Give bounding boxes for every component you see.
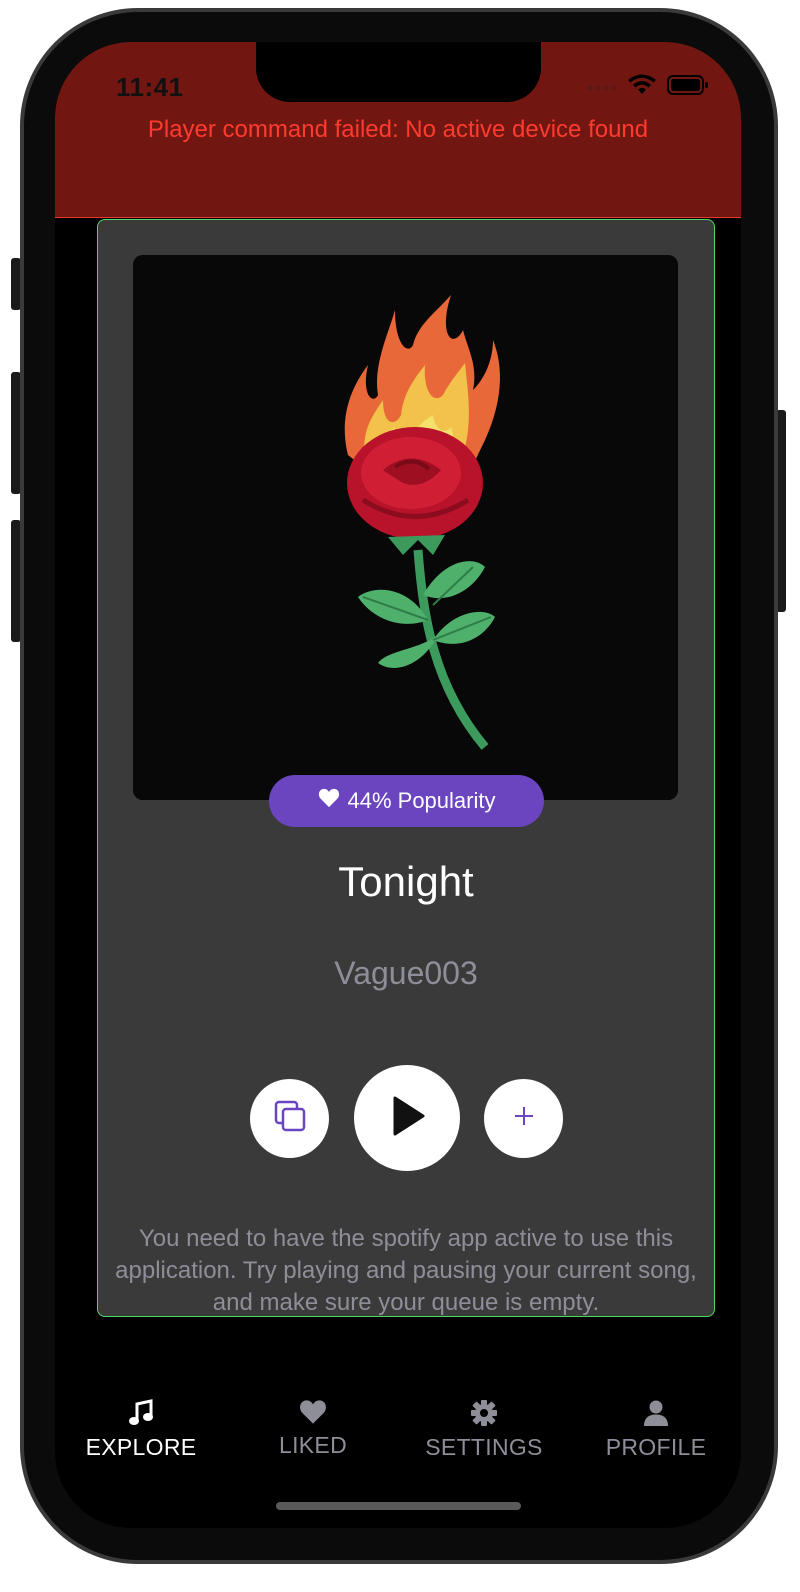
play-icon <box>387 1095 427 1142</box>
wifi-icon <box>627 74 657 101</box>
info-text: You need to have the spotify app active … <box>115 1225 697 1316</box>
tab-label: SETTINGS <box>425 1434 543 1460</box>
status-icons <box>587 74 709 101</box>
person-icon <box>642 1399 670 1432</box>
tab-liked[interactable]: LIKED <box>238 1399 388 1459</box>
queue-button[interactable] <box>250 1079 329 1158</box>
heart-icon <box>299 1399 327 1430</box>
add-button[interactable] <box>484 1079 563 1158</box>
song-title: Tonight <box>338 858 474 905</box>
error-banner: 11:41 Player command failed: No active d… <box>55 42 741 218</box>
signal-dots-icon <box>587 79 617 97</box>
battery-icon <box>667 74 709 101</box>
tab-profile[interactable]: PROFILE <box>581 1399 731 1461</box>
app-screen: 11:41 Player command failed: No active d… <box>55 42 741 1528</box>
album-cover <box>133 255 678 800</box>
tab-label: EXPLORE <box>85 1434 197 1460</box>
copy-icon <box>273 1099 307 1138</box>
notch <box>256 42 541 102</box>
error-message: Player command failed: No active device … <box>147 116 649 143</box>
tab-settings[interactable]: SETTINGS <box>409 1399 559 1461</box>
popularity-label: 44% Popularity <box>347 788 496 813</box>
play-button[interactable] <box>354 1065 460 1171</box>
plus-icon <box>512 1104 536 1133</box>
tab-bar: EXPLORE LIKED SETTINGS PROFILE <box>55 1387 741 1467</box>
tab-label: PROFILE <box>605 1434 707 1460</box>
track-card: 44% Popularity Tonight Vague003 You need… <box>97 219 715 1317</box>
music-note-icon <box>128 1399 154 1432</box>
gear-icon <box>470 1399 498 1432</box>
status-time: 11:41 <box>116 72 184 102</box>
tab-explore[interactable]: EXPLORE <box>66 1399 216 1461</box>
artist-name: Vague003 <box>334 955 478 991</box>
home-indicator[interactable] <box>276 1502 521 1510</box>
heart-icon <box>318 788 340 814</box>
tab-label: LIKED <box>279 1432 347 1458</box>
popularity-badge: 44% Popularity <box>269 775 544 827</box>
